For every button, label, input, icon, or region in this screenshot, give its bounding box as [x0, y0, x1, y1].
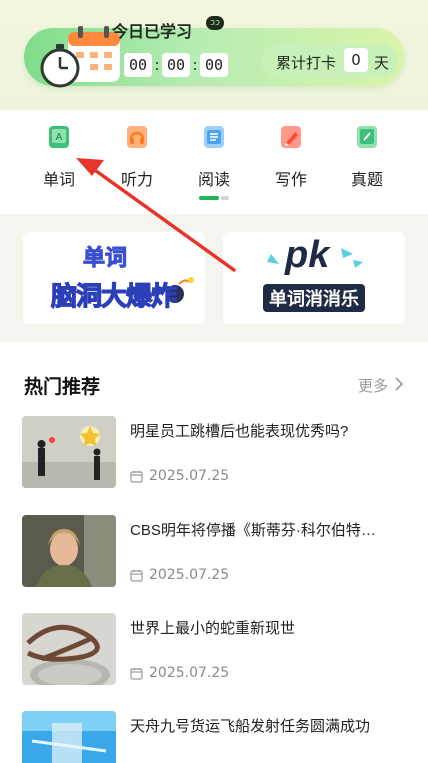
banner-brain-game[interactable]: 单词 脑洞大爆炸 — [23, 232, 205, 324]
timer-hours: 00 — [124, 53, 152, 77]
article-thumbnail — [22, 711, 116, 763]
article-thumbnail-image — [22, 711, 116, 763]
chevron-right-icon[interactable] — [394, 377, 404, 391]
category-label: 阅读 — [197, 172, 230, 189]
timer-seconds: 00 — [200, 53, 228, 77]
pen-icon — [281, 126, 301, 148]
svg-text:A: A — [56, 132, 63, 143]
article-item[interactable]: 天舟九号货运飞船发射任务圆满成功 — [22, 711, 406, 763]
checkin-label: 累计打卡 — [276, 54, 337, 72]
category-word[interactable]: A 单词 — [34, 124, 84, 190]
banner-brain-title-bottom: 脑洞大爆炸 — [50, 280, 177, 311]
article-title: 明星员工跳槽后也能表现优秀吗? — [130, 423, 349, 440]
checkin-unit: 天 — [374, 54, 390, 72]
more-link[interactable]: 更多 — [358, 375, 388, 396]
checkin-count: 0 — [344, 48, 368, 72]
article-thumbnail — [22, 613, 116, 685]
banner-pk-game[interactable]: pk 单词消消乐 — [223, 232, 405, 324]
page-indicator — [199, 196, 231, 200]
article-title: 世界上最小的蛇重新现世 — [130, 620, 296, 637]
article-item[interactable]: 世界上最小的蛇重新现世 2025.07.25 — [22, 613, 406, 685]
headphones-icon — [127, 126, 147, 148]
calendar-icon — [130, 569, 143, 582]
study-badge: ↄↄ — [206, 16, 224, 30]
article-date: 2025.07.25 — [130, 468, 229, 484]
hot-section-title: 热门推荐 — [24, 377, 101, 398]
article-title: 天舟九号货运飞船发射任务圆满成功 — [130, 718, 371, 735]
article-thumbnail-image — [22, 515, 116, 587]
category-exams[interactable]: 真题 — [342, 124, 392, 190]
article-date-text: 2025.07.25 — [149, 468, 230, 484]
article-item[interactable]: 明星员工跳槽后也能表现优秀吗? 2025.07.25 — [22, 416, 406, 488]
banner-pk-title-top: pk — [285, 234, 330, 276]
page-indicator-active — [199, 196, 219, 200]
timer-minutes: 00 — [162, 53, 190, 77]
banner-brain-title-top: 单词 — [82, 245, 128, 271]
calendar-icon — [130, 667, 143, 680]
category-label: 真题 — [350, 172, 383, 189]
exam-icon — [357, 126, 377, 148]
word-icon: A — [49, 126, 69, 148]
study-timer: 00 : 00 : 00 — [124, 52, 228, 78]
category-listening[interactable]: 听力 — [112, 124, 162, 190]
article-thumbnail-image — [22, 613, 116, 685]
article-date: 2025.07.25 — [130, 567, 229, 583]
category-label: 写作 — [274, 172, 307, 189]
article-thumbnail — [22, 416, 116, 488]
article-thumbnail — [22, 515, 116, 587]
article-date-text: 2025.07.25 — [149, 567, 230, 583]
study-title: 今日已学习 — [112, 24, 193, 41]
article-thumbnail-image — [22, 416, 116, 488]
page-indicator-dot — [221, 196, 229, 200]
timer-separator: : — [154, 56, 160, 74]
category-reading[interactable]: 阅读 — [189, 124, 239, 190]
article-date: 2025.07.25 — [130, 665, 229, 681]
category-writing[interactable]: 写作 — [266, 124, 316, 190]
category-label: 听力 — [120, 172, 153, 189]
article-date-text: 2025.07.25 — [149, 665, 230, 681]
article-item[interactable]: CBS明年将停播《斯蒂芬·科尔伯特… 2025.07.25 — [22, 515, 406, 587]
banner-pk-title-bottom: 单词消消乐 — [263, 284, 365, 312]
category-label: 单词 — [42, 172, 75, 189]
article-title: CBS明年将停播《斯蒂芬·科尔伯特… — [130, 522, 376, 539]
timer-separator: : — [192, 56, 198, 74]
book-icon — [204, 126, 224, 148]
calendar-icon — [130, 470, 143, 483]
